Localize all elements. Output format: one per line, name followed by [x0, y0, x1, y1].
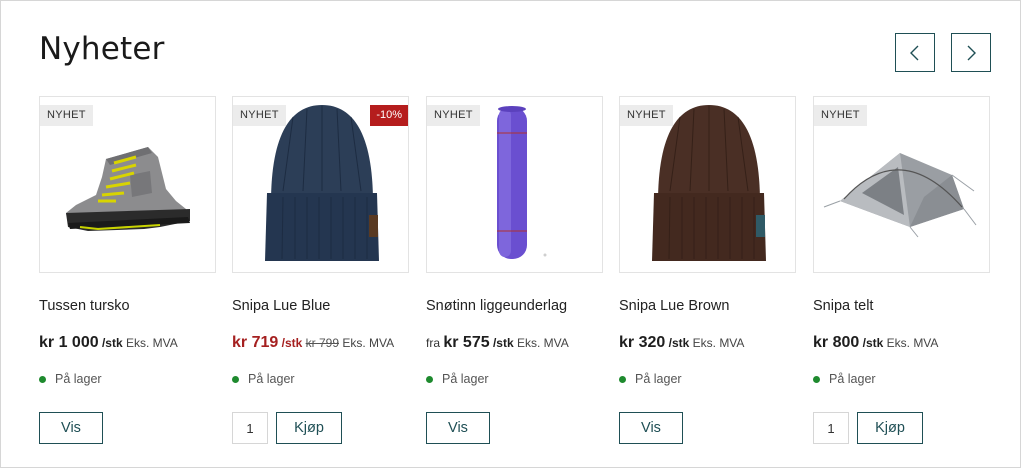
stock-label: På lager: [635, 372, 682, 386]
vat-note: Eks. MVA: [125, 336, 178, 350]
new-badge: NYHET: [814, 105, 867, 126]
product-image-link[interactable]: NYHET: [426, 96, 603, 273]
price-unit: /stk: [492, 336, 514, 350]
product-image-link[interactable]: NYHET -10%: [232, 96, 409, 273]
price-amount: kr 1 000: [39, 334, 99, 351]
new-badge: NYHET: [620, 105, 673, 126]
stock-status: På lager: [426, 372, 489, 386]
product-price: kr 800 /stk Eks. MVA: [813, 334, 938, 352]
vat-note: Eks. MVA: [342, 336, 395, 350]
product-carousel: Nyheter NYHET Tussen tursko kr 1 000 /st…: [0, 0, 1021, 468]
buy-button[interactable]: Kjøp: [857, 412, 923, 444]
vat-note: Eks. MVA: [886, 336, 939, 350]
price-from-label: fra: [426, 336, 441, 350]
product-image-link[interactable]: NYHET: [39, 96, 216, 273]
view-button[interactable]: Vis: [426, 412, 490, 444]
carousel-next-button[interactable]: [951, 33, 991, 72]
in-stock-dot-icon: [813, 375, 820, 383]
product-name[interactable]: Snipa Lue Brown: [619, 298, 729, 314]
vat-note: Eks. MVA: [692, 336, 745, 350]
discount-badge: -10%: [370, 105, 408, 126]
product-card: NYHET -10% Snipa Lue Blue kr 719 /stk kr…: [232, 96, 409, 444]
stock-status: På lager: [813, 372, 876, 386]
in-stock-dot-icon: [619, 375, 626, 383]
price-unit: /stk: [101, 336, 123, 350]
product-name[interactable]: Snipa telt: [813, 298, 873, 314]
product-price: fra kr 575 /stk Eks. MVA: [426, 334, 569, 352]
product-card: NYHET Snøtinn liggeunderlag fra kr 575 /…: [426, 96, 603, 444]
new-badge: NYHET: [427, 105, 480, 126]
product-card: NYHET Snipa telt kr 800 /stk Eks. MVA På…: [813, 96, 990, 444]
price-amount: kr 575: [443, 334, 490, 351]
stock-status: På lager: [39, 372, 102, 386]
quantity-input[interactable]: [813, 412, 849, 444]
in-stock-dot-icon: [39, 375, 46, 383]
product-image-link[interactable]: NYHET: [813, 96, 990, 273]
vat-note: Eks. MVA: [517, 336, 569, 350]
product-name[interactable]: Tussen tursko: [39, 298, 130, 314]
stock-status: På lager: [232, 372, 295, 386]
original-price: kr 799: [305, 336, 339, 350]
product-price: kr 1 000 /stk Eks. MVA: [39, 334, 178, 352]
stock-label: På lager: [55, 372, 102, 386]
stock-label: På lager: [829, 372, 876, 386]
stock-label: På lager: [248, 372, 295, 386]
price-unit: /stk: [668, 336, 690, 350]
price-unit: /stk: [281, 336, 303, 350]
chevron-left-icon: [910, 45, 919, 60]
buy-button[interactable]: Kjøp: [276, 412, 342, 444]
quantity-input[interactable]: [232, 412, 268, 444]
product-price: kr 719 /stk kr 799 Eks. MVA: [232, 334, 394, 352]
price-unit: /stk: [862, 336, 884, 350]
price-amount: kr 800: [813, 334, 860, 351]
in-stock-dot-icon: [426, 375, 433, 383]
chevron-right-icon: [967, 45, 976, 60]
carousel-prev-button[interactable]: [895, 33, 935, 72]
product-name[interactable]: Snøtinn liggeunderlag: [426, 298, 567, 314]
section-title: Nyheter: [39, 31, 165, 67]
product-card: NYHET Tussen tursko kr 1 000 /stk Eks. M…: [39, 96, 216, 444]
product-name[interactable]: Snipa Lue Blue: [232, 298, 330, 314]
product-image-link[interactable]: NYHET: [619, 96, 796, 273]
view-button[interactable]: Vis: [619, 412, 683, 444]
stock-label: På lager: [442, 372, 489, 386]
product-card: NYHET Snipa Lue Brown kr 320 /stk Eks. M…: [619, 96, 796, 444]
in-stock-dot-icon: [232, 375, 239, 383]
view-button[interactable]: Vis: [39, 412, 103, 444]
new-badge: NYHET: [233, 105, 286, 126]
product-price: kr 320 /stk Eks. MVA: [619, 334, 744, 352]
new-badge: NYHET: [40, 105, 93, 126]
stock-status: På lager: [619, 372, 682, 386]
price-amount: kr 320: [619, 334, 666, 351]
sale-price-amount: kr 719: [232, 334, 279, 351]
